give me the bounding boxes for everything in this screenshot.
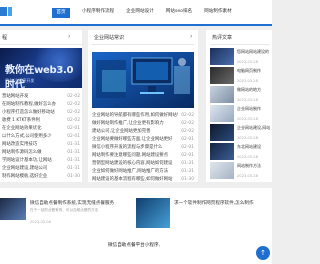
divider bbox=[0, 44, 82, 45]
article-title: 做网站的地方 bbox=[237, 87, 261, 92]
middle-article-list: 企业网站的导航都有哪些作用,如何做好网站导航 02-02 做好网站制作推广,让企业… bbox=[88, 110, 198, 182]
right-panel-title: 热评文章 bbox=[212, 35, 233, 41]
article-date: 2023-03-28 bbox=[237, 174, 258, 178]
article-date: 2023-03-28 bbox=[237, 98, 258, 102]
article-card[interactable]: 求一个软件制作网页程序软件,怎么制作 bbox=[136, 198, 272, 228]
article-date: 2023-03-28 bbox=[237, 79, 258, 83]
hot-article[interactable]: 电脑网页制作 2023-03-28 bbox=[210, 67, 272, 87]
divider bbox=[92, 44, 194, 45]
list-item[interactable]: 制作网站模板,选好企业 01-30 bbox=[2, 172, 80, 181]
article-date: 2023-03-28 bbox=[237, 155, 258, 159]
article-thumbnail bbox=[210, 124, 234, 141]
nav-item-materials[interactable]: 网站制作素材 bbox=[204, 8, 232, 18]
nav-item-home[interactable]: 首页 bbox=[52, 8, 70, 18]
list-item[interactable]: 网站建设的基本流程有哪些,如何做好网站 01-30 bbox=[92, 174, 194, 186]
featured-banner[interactable]: 教你在web3.0时代 平台/小程序开发 bbox=[0, 48, 82, 88]
hot-article[interactable]: 东北网站建设 2023-03-28 bbox=[210, 143, 272, 163]
featured-image[interactable] bbox=[92, 52, 194, 108]
divider bbox=[210, 44, 270, 45]
nav-item-miniprogram[interactable]: 小程序制作流程 bbox=[82, 8, 114, 18]
carousel-caption: 微信自助点餐平台小程序, bbox=[108, 243, 160, 248]
article-title: 企业网站制作 bbox=[237, 106, 261, 111]
article-thumbnail bbox=[210, 105, 234, 122]
article-thumbnail bbox=[210, 143, 234, 160]
hot-article[interactable]: 企业网站建设,网站 2023-03-28 bbox=[210, 124, 272, 144]
main-nav: 首页 小程序制作流程 企业网站设计 网站seo排名 网站制作素材 bbox=[52, 8, 232, 18]
logo-mark-icon bbox=[0, 7, 7, 16]
hot-article[interactable]: 企业网站制作 2023-03-28 bbox=[210, 105, 272, 125]
article-date: 2023-03-08 bbox=[30, 220, 51, 224]
article-title: 求一个软件制作网页程序软件,怎么制作 bbox=[174, 201, 254, 206]
middle-panel-title: 企业网站常识 bbox=[94, 35, 125, 41]
article-title: 微信自助点餐制作系统,实现无缝点餐服务 bbox=[30, 201, 115, 206]
article-title: 电脑网页制作 bbox=[237, 68, 261, 73]
article-thumbnail bbox=[0, 198, 26, 220]
article-thumbnail bbox=[210, 48, 234, 65]
site-logo[interactable] bbox=[0, 4, 40, 20]
hot-articles-list: 您网站网站建设的 2023-03-28 电脑网页制作 2023-03-28 做网… bbox=[206, 48, 272, 182]
hot-article[interactable]: 您网站网站建设的 2023-03-28 bbox=[210, 48, 272, 68]
header-divider bbox=[0, 24, 272, 26]
featured-image-art bbox=[92, 52, 194, 108]
logo-mark-icon-accent bbox=[8, 7, 12, 16]
article-thumbnail bbox=[136, 198, 170, 228]
article-title: 东北网站建设 bbox=[237, 144, 261, 149]
left-article-list: 营站网站开发 02-02 在网站制作教程,做好怎么办 02-02 小程序打造怎么做好… bbox=[2, 92, 80, 182]
article-thumbnail bbox=[210, 67, 234, 84]
chevron-right-icon[interactable]: › bbox=[68, 33, 70, 40]
article-card[interactable]: 微信自助点餐制作系统,实现无缝点餐服务 在于一站的点餐有的、可以自助点餐的方法 … bbox=[0, 198, 130, 228]
article-thumbnail bbox=[210, 162, 234, 179]
article-title: 网站制作方法 bbox=[237, 163, 261, 168]
scroll-top-icon[interactable]: ↑ bbox=[256, 246, 270, 260]
hot-article[interactable]: 做网站的地方 2023-03-28 bbox=[210, 86, 272, 106]
hot-article[interactable]: 网站制作方法 2023-03-28 bbox=[210, 162, 272, 182]
left-panel-title: 程 bbox=[2, 35, 8, 41]
article-title: 企业网站建设,网站 bbox=[237, 125, 271, 130]
article-date: 2023-03-28 bbox=[237, 60, 258, 64]
nav-item-enterprise-design[interactable]: 企业网站设计 bbox=[126, 8, 154, 18]
article-title: 您网站网站建设的 bbox=[237, 49, 269, 54]
article-date: 2023-03-28 bbox=[237, 117, 258, 121]
banner-subtitle: 平台/小程序开发 bbox=[5, 78, 35, 83]
article-thumbnail bbox=[210, 86, 234, 103]
nav-item-seo[interactable]: 网站seo排名 bbox=[166, 8, 192, 18]
article-summary: 在于一站的点餐有的、可以自助点餐的方法 bbox=[30, 208, 99, 212]
article-date: 2023-03-28 bbox=[237, 136, 258, 140]
chevron-right-icon[interactable]: › bbox=[190, 33, 192, 40]
